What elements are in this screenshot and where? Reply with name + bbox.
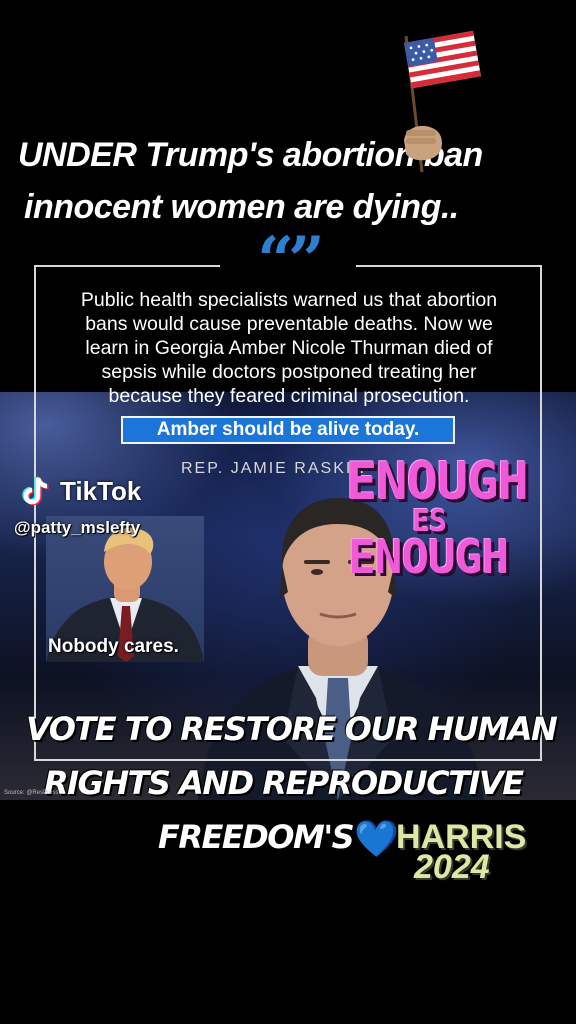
- quote-line: because they feared criminal prosecution…: [108, 385, 470, 407]
- vote-line-2: RIGHTS AND REPRODUCTIVE: [44, 764, 524, 802]
- highlight-text: Amber should be alive today.: [123, 418, 453, 442]
- quote-line: Public health specialists warned us that…: [80, 289, 498, 311]
- sticker-enough-bottom: ENOUGH: [348, 530, 509, 584]
- election-year: 2024: [414, 848, 490, 886]
- creator-handle: @patty_mslefty: [14, 518, 141, 537]
- tiktok-wordmark: TikTok: [60, 476, 142, 506]
- vote-line-3: FREEDOM'S: [158, 818, 355, 856]
- sticker-enough-top: ENOUGH: [346, 452, 529, 512]
- blue-heart-icon: 💙: [354, 818, 399, 859]
- quote-line: sepsis while doctors postponed treating …: [101, 361, 477, 383]
- photo-source-credit: Source: @ResPress: [4, 790, 59, 796]
- tiktok-logo-icon: [22, 476, 49, 506]
- quote-text: Public health specialists warned us that…: [42, 288, 536, 408]
- vote-line-1: VOTE TO RESTORE OUR HUMAN: [26, 710, 558, 748]
- headline-line-2: innocent women are dying..: [24, 188, 459, 226]
- quote-highlight: Amber should be alive today.: [121, 416, 455, 444]
- quote-line: bans would cause preventable deaths. Now…: [85, 313, 493, 335]
- us-flag-icon: [396, 22, 486, 182]
- quote-marks-icon: “”: [220, 229, 356, 293]
- quote-attribution: REP. JAMIE RASKIN: [181, 460, 366, 477]
- quote-line: learn in Georgia Amber Nicole Thurman di…: [85, 337, 493, 359]
- inset-caption: Nobody cares.: [48, 636, 179, 657]
